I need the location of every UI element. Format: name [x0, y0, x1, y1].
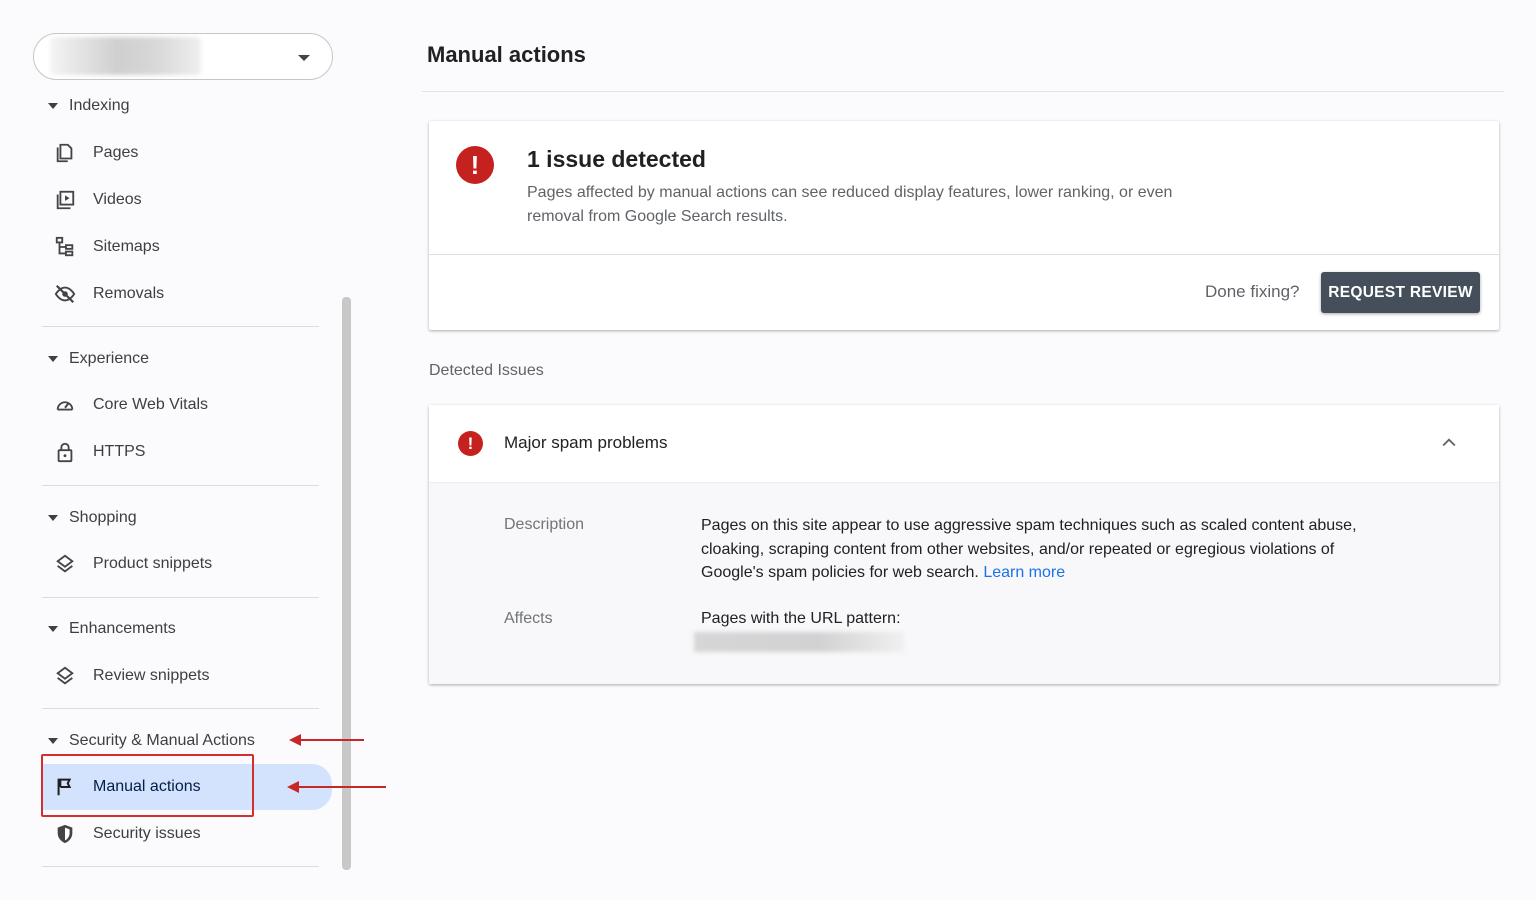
title-divider [422, 91, 1504, 92]
shield-icon [52, 821, 78, 847]
section-header-shopping[interactable]: Shopping [48, 506, 137, 530]
sidebar-scrollbar[interactable] [342, 297, 351, 870]
sidebar-item-product-snippets[interactable]: Product snippets [42, 544, 332, 584]
property-selector[interactable] [33, 33, 333, 80]
layers-icon [52, 551, 78, 577]
lock-icon [52, 439, 78, 465]
affects-label: Affects [504, 610, 553, 627]
collapse-triangle-icon [48, 356, 58, 362]
sidebar-item-review-snippets[interactable]: Review snippets [42, 656, 332, 696]
collapse-triangle-icon [48, 626, 58, 632]
sidebar-item-label: Review snippets [93, 667, 210, 684]
section-header-experience[interactable]: Experience [48, 347, 149, 371]
issue-details: Description Pages on this site appear to… [429, 482, 1499, 684]
annotation-arrow-icon [287, 781, 386, 793]
sidebar-divider [42, 485, 319, 486]
sidebar-item-sitemaps[interactable]: Sitemaps [42, 227, 332, 267]
sitemaps-icon [52, 234, 78, 260]
description-value: Pages on this site appear to use aggress… [701, 514, 1381, 585]
issue-title: Major spam problems [504, 433, 668, 452]
description-label: Description [504, 516, 585, 533]
section-header-label: Enhancements [69, 620, 176, 637]
sidebar-item-pages[interactable]: Pages [42, 133, 332, 173]
sidebar-item-label: Security issues [93, 825, 201, 842]
dropdown-caret-icon [298, 55, 310, 61]
collapse-triangle-icon [48, 103, 58, 109]
sidebar-item-label: Sitemaps [93, 238, 160, 255]
pages-icon [52, 140, 78, 166]
annotation-arrow-icon [289, 734, 364, 746]
issue-summary-card: ! 1 issue detected Pages affected by man… [429, 121, 1499, 330]
sidebar-divider [42, 597, 319, 598]
collapse-triangle-icon [48, 738, 58, 744]
learn-more-link[interactable]: Learn more [983, 564, 1065, 581]
section-header-security-manual-actions[interactable]: Security & Manual Actions [48, 729, 255, 753]
sidebar-item-removals[interactable]: Removals [42, 274, 332, 314]
removals-icon [52, 281, 78, 307]
sidebar-divider [42, 708, 319, 709]
card-divider [429, 254, 1499, 255]
summary-description: Pages affected by manual actions can see… [527, 184, 1173, 225]
request-review-button[interactable]: REQUEST REVIEW [1321, 272, 1480, 313]
sidebar-item-label: Core Web Vitals [93, 396, 209, 413]
sidebar-item-label: Removals [93, 285, 165, 302]
sidebar-item-label: Videos [93, 191, 142, 208]
section-header-label: Indexing [69, 97, 130, 114]
sidebar-item-security-issues[interactable]: Security issues [42, 814, 332, 854]
page-title: Manual actions [427, 42, 586, 67]
sidebar-item-core-web-vitals[interactable]: Core Web Vitals [42, 385, 332, 425]
section-header-indexing[interactable]: Indexing [48, 94, 130, 118]
done-fixing-label: Done fixing? [1205, 282, 1300, 301]
sidebar-divider [42, 866, 319, 867]
annotation-highlight-box [41, 754, 254, 817]
sidebar-item-https[interactable]: HTTPS [42, 432, 332, 472]
sidebar-item-label: Pages [93, 144, 139, 161]
error-alert-icon: ! [456, 146, 494, 184]
affects-value: Pages with the URL pattern: [701, 610, 901, 627]
section-header-label: Shopping [69, 509, 137, 526]
sidebar-item-videos[interactable]: Videos [42, 180, 332, 220]
videos-icon [52, 187, 78, 213]
collapse-triangle-icon [48, 515, 58, 521]
layers-icon [52, 663, 78, 689]
speedometer-icon [52, 392, 78, 418]
chevron-up-icon[interactable] [1439, 433, 1459, 453]
property-name-redacted [50, 37, 201, 75]
sidebar-divider [42, 326, 319, 327]
sidebar-item-label: Product snippets [93, 555, 213, 572]
section-header-label: Security & Manual Actions [69, 732, 255, 749]
sidebar: Indexing Pages Videos Sitemaps Removals … [0, 0, 400, 900]
section-header-label: Experience [69, 350, 150, 367]
sidebar-item-label: HTTPS [93, 443, 146, 460]
summary-title: 1 issue detected [527, 146, 706, 172]
issue-card: ! Major spam problems Description Pages … [429, 405, 1499, 684]
url-pattern-redacted [694, 632, 904, 652]
section-header-enhancements[interactable]: Enhancements [48, 617, 176, 641]
detected-issues-label: Detected Issues [429, 362, 544, 379]
error-alert-icon: ! [458, 431, 483, 456]
issue-header[interactable]: ! Major spam problems [429, 405, 1499, 482]
